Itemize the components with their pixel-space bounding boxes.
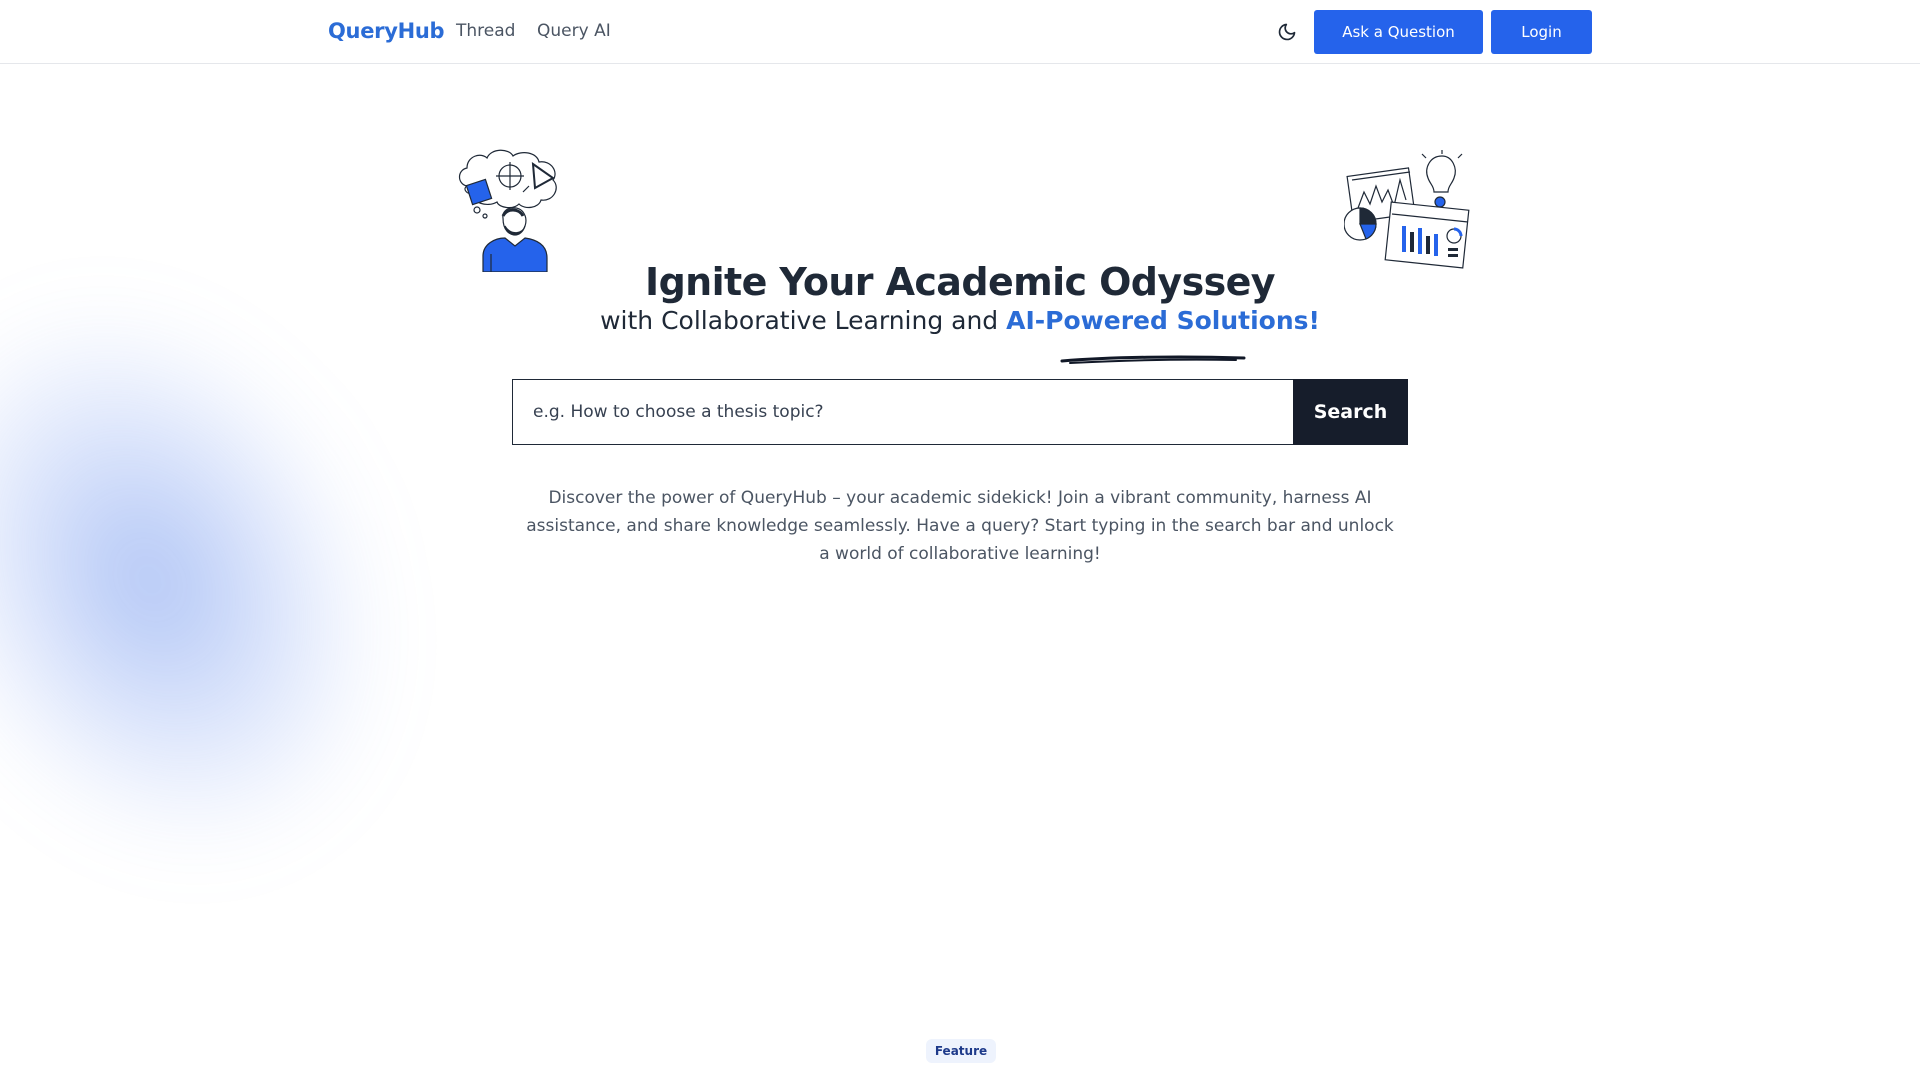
- search-input[interactable]: [512, 379, 1293, 445]
- hero-description: Discover the power of QueryHub – your ac…: [526, 488, 1394, 564]
- section-badge-feature: Feature: [926, 1039, 996, 1063]
- theme-toggle-button[interactable]: [1275, 20, 1299, 44]
- hero-subtitle: with Collaborative Learning and AI-Power…: [0, 306, 1920, 335]
- login-button[interactable]: Login: [1491, 10, 1592, 54]
- brand-logo[interactable]: QueryHub: [328, 19, 445, 43]
- background-glow: [0, 234, 467, 926]
- nav-link-query-ai[interactable]: Query AI: [537, 21, 611, 41]
- ask-question-button[interactable]: Ask a Question: [1314, 10, 1483, 54]
- hero-title: Ignite Your Academic Odyssey: [645, 260, 1276, 304]
- moon-icon: [1278, 23, 1296, 41]
- navbar: QueryHub Thread Query AI Ask a Question …: [0, 0, 1920, 64]
- hero-subtitle-plain: with Collaborative Learning and: [600, 306, 1007, 335]
- thinking-person-illustration: [458, 149, 557, 272]
- search-bar: Search: [512, 379, 1408, 445]
- hero-subtitle-accent: AI-Powered Solutions!: [1006, 306, 1320, 335]
- analytics-lightbulb-illustration: [1344, 150, 1470, 269]
- search-button[interactable]: Search: [1293, 379, 1408, 445]
- nav-link-thread[interactable]: Thread: [456, 21, 515, 41]
- accent-underline-stroke: [1060, 355, 1246, 364]
